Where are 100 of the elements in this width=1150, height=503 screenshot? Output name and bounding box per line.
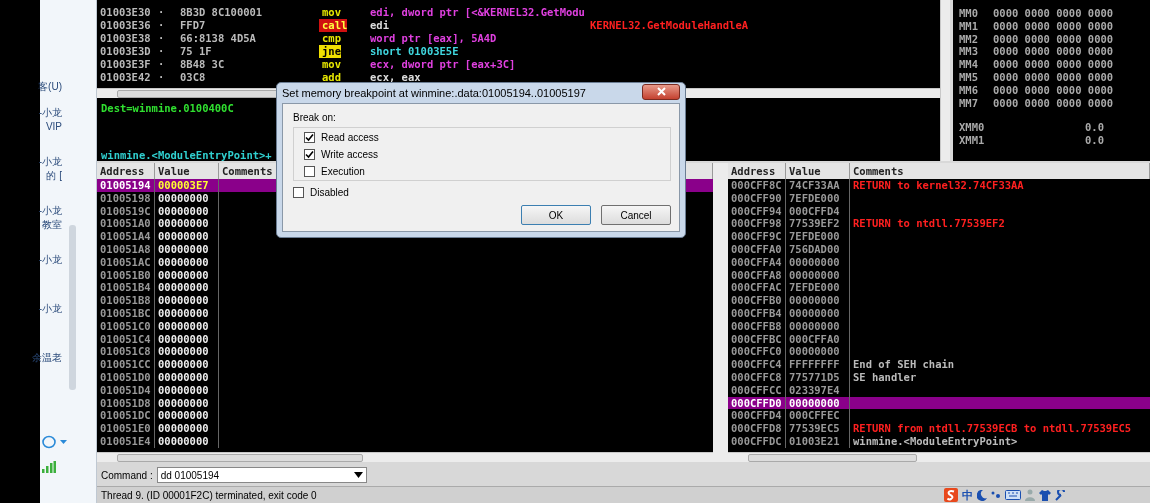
row-marker: ·: [157, 32, 166, 45]
register-value: 0000 0000 0000 0000: [993, 32, 1114, 46]
operands: edi: [369, 19, 390, 32]
info-line: Dest=winmine.0100400C: [101, 102, 234, 114]
register-value: 0000 0000 0000 0000: [993, 71, 1114, 84]
table-cell: 000CFF8C: [728, 179, 786, 192]
table-cell: 000CFF9C: [728, 230, 786, 243]
table-cell-text: RETURN to ntdll.77539EF2: [852, 217, 1006, 231]
register-name: XMM1: [959, 134, 985, 147]
row-marker: ·: [157, 71, 166, 84]
table-cell-text: RETURN from ntdll.77539ECB to ntdll.77539EC5: [852, 422, 1133, 435]
row-marker: ·: [157, 19, 166, 32]
table-cell: 756DAD00: [786, 243, 850, 256]
table-cell: 010051D0: [97, 370, 155, 384]
table-cell: 010051B8: [97, 294, 155, 307]
table-cell-text: winmine.<ModuleEntryPoint>: [852, 434, 1019, 448]
register-name: MM1: [959, 19, 979, 33]
table-cell: 74CF33AA: [786, 179, 850, 192]
address: 01003E38: [99, 32, 152, 45]
address: 01003E30: [99, 6, 152, 19]
table-cell-text: SE handler: [852, 370, 918, 384]
table-cell: 00000000: [155, 281, 219, 295]
register-value: 0.0: [1085, 134, 1104, 147]
table-cell: 000CFFC8: [728, 370, 786, 384]
table-cell: 00000000: [786, 396, 850, 410]
register-name: XMM0: [959, 121, 985, 135]
table-cell: 00000000: [155, 243, 219, 256]
register-value: 0000 0000 0000 0000: [993, 58, 1114, 71]
hex-bytes: 03C8: [179, 71, 207, 84]
group-label: Break on:: [293, 112, 337, 123]
table-cell: 010051AC: [97, 255, 155, 269]
table-cell: 00000000: [155, 319, 219, 333]
table-cell: 000CFFB4: [728, 306, 786, 320]
mnemonic: add: [321, 71, 342, 84]
table-cell: 7EFDE000: [786, 230, 850, 243]
row-marker: ·: [157, 45, 166, 58]
table-cell: 000CFFD4: [728, 409, 786, 423]
table-cell: 00000000: [786, 345, 850, 359]
operands: edi, dword ptr [<&KERNEL32.GetModu: [369, 6, 586, 19]
status-text: Thread 9. (ID 00001F2C) terminated, exit code 0: [101, 489, 317, 501]
table-cell: 00000000: [786, 294, 850, 307]
register-name: MM2: [959, 32, 979, 46]
table-cell: 00000000: [155, 306, 219, 320]
table-cell: 00000000: [155, 255, 219, 269]
mnemonic: jne: [319, 45, 341, 58]
mnemonic: mov: [321, 6, 342, 19]
table-cell: 000CFFA0: [786, 332, 850, 346]
table-cell: 00000000: [155, 434, 219, 448]
table-cell: 01005198: [97, 191, 155, 205]
table-cell: 010051A4: [97, 230, 155, 243]
table-cell: 000CFFEC: [786, 409, 850, 423]
table-cell: 010051D8: [97, 396, 155, 410]
table-cell: 77539EF2: [786, 217, 850, 231]
table-cell: 000CFF90: [728, 191, 786, 205]
address: 01003E36: [99, 19, 152, 32]
register-name: MM3: [959, 45, 979, 59]
row-marker: ·: [157, 58, 166, 71]
hex-bytes: 8B3D 8C100001: [179, 6, 264, 19]
table-cell: 00000000: [786, 255, 850, 269]
table-cell: 000CFF94: [728, 204, 786, 218]
table-cell-text: RETURN to kernel32.74CF33AA: [852, 179, 1025, 192]
register-value: 0000 0000 0000 0000: [993, 96, 1114, 110]
table-cell-text: End of SEH chain: [852, 358, 956, 371]
table-cell: 010051D4: [97, 383, 155, 397]
register-name: MM0: [959, 7, 979, 20]
table-cell: 010051DC: [97, 409, 155, 423]
table-cell: 000CFFB0: [728, 294, 786, 307]
info-line: winmine.<ModuleEntryPoint>+: [101, 149, 272, 161]
table-cell: 010051E4: [97, 434, 155, 448]
table-cell: 000CFFDC: [728, 434, 786, 448]
table-cell: 00000000: [155, 294, 219, 307]
table-cell: 000CFFC0: [728, 345, 786, 359]
address: 01003E3F: [99, 58, 152, 71]
address: 01003E3D: [99, 45, 152, 58]
table-cell: 01005194: [97, 179, 155, 192]
table-cell: 00000000: [155, 396, 219, 410]
hex-bytes: 75 1F: [179, 45, 213, 58]
register-value: 0000 0000 0000 0000: [993, 83, 1114, 97]
command-label: Command :: [101, 469, 153, 481]
table-cell: 000CFFA4: [728, 255, 786, 269]
operands: word ptr [eax], 5A4D: [369, 32, 498, 45]
table-cell: 00000000: [155, 191, 219, 205]
register-name: MM7: [959, 96, 979, 110]
table-cell: 775771D5: [786, 370, 850, 384]
table-cell: 000CFFB8: [728, 319, 786, 333]
table-cell: 000CFFA8: [728, 268, 786, 282]
table-cell: 023397E4: [786, 383, 850, 397]
table-cell: 00000000: [155, 230, 219, 243]
table-cell: 00000000: [155, 217, 219, 231]
register-value: 0000 0000 0000 0000: [993, 45, 1114, 59]
operands: ecx, dword ptr [eax+3C]: [369, 58, 517, 71]
table-cell: 00000000: [786, 306, 850, 320]
table-cell: 000CFF98: [728, 217, 786, 231]
register-value: 0000 0000 0000 0000: [993, 7, 1114, 20]
hex-bytes: 8B48 3C: [179, 58, 226, 71]
table-cell: 00000000: [155, 422, 219, 435]
table-cell: 010051E0: [97, 422, 155, 435]
table-cell: 000CFFD4: [786, 204, 850, 218]
operands: ecx, eax: [369, 71, 422, 84]
table-cell: 00000000: [155, 383, 219, 397]
